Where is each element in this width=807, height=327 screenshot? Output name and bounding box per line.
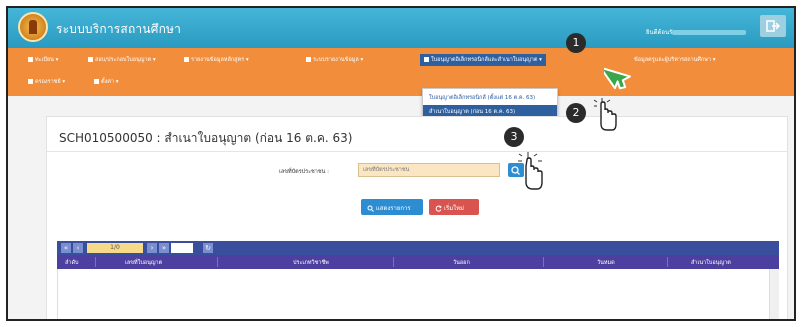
menu-item-data-report[interactable]: ระบบรายงานข้อมูล ▾ — [306, 56, 363, 64]
user-name-blurred — [672, 30, 746, 35]
grid-header: ลำดับ เลขที่ใบอนุญาต ประเภทวิชาชีพ วันออ… — [57, 255, 779, 269]
app-title: ระบบบริการสถานศึกษา — [56, 22, 182, 36]
screenshot-frame: ระบบบริการสถานศึกษา ยินดีต้อนรับ ทะเบียน… — [6, 6, 796, 321]
col-profession[interactable]: ประเภทวิชาชีพ — [293, 259, 329, 267]
page-title: SCH010500050 : สำเนาใบอนุญาต (ก่อน 16 ต.… — [59, 131, 353, 145]
id-card-input[interactable] — [358, 163, 500, 177]
step-marker-3: 3 — [504, 127, 524, 147]
step-marker-1: 1 — [566, 33, 586, 53]
page-indicator[interactable]: 1/0 — [87, 243, 143, 253]
step-marker-2: 2 — [566, 103, 586, 123]
title-divider — [47, 151, 787, 152]
last-page-button[interactable]: » — [159, 243, 169, 253]
menu-item-e-license[interactable]: ใบอนุญาตอิเล็กทรอนิกส์และสำเนาใบอนุญาต ▾ — [420, 54, 546, 66]
grid-pager: « ‹ 1/0 › » ↻ — [57, 241, 779, 255]
col-separator — [667, 257, 668, 267]
col-issue-date[interactable]: วันออก — [453, 259, 470, 267]
menu-item-royal[interactable]: ครองราชย์ ▾ — [28, 78, 65, 86]
logout-icon — [766, 20, 780, 32]
id-card-label: เลขที่บัตรประชาชน : — [279, 169, 329, 175]
col-separator — [217, 257, 218, 267]
logout-button[interactable] — [760, 15, 786, 37]
content-panel: SCH010500050 : สำเนาใบอนุญาต (ก่อน 16 ต.… — [46, 116, 788, 319]
col-separator — [543, 257, 544, 267]
menu-item-course-report[interactable]: รายงานข้อมูลหลักสูตร ▾ — [184, 56, 249, 64]
grid-body — [57, 269, 779, 319]
col-expiry-date[interactable]: วันหมด — [597, 259, 615, 267]
menu-item-registry[interactable]: ทะเบียน ▾ — [28, 56, 58, 64]
menu-item-license-exam[interactable]: สอบ/ประกอบใบอนุญาต ▾ — [88, 56, 156, 64]
dropdown-item-e-license[interactable]: ใบอนุญาตอิเล็กทรอนิกส์ (ตั้งแต่ 16 ต.ค. … — [423, 91, 557, 103]
menu-bar: ทะเบียน ▾ สอบ/ประกอบใบอนุญาต ▾ รายงานข้อ… — [8, 48, 794, 96]
green-arrow-cursor-icon — [604, 66, 631, 90]
hand-cursor-icon — [594, 98, 617, 131]
col-separator — [95, 257, 96, 267]
show-list-button[interactable]: แสดงรายการ — [361, 199, 423, 215]
user-area: ยินดีต้อนรับ — [646, 28, 746, 38]
refresh-grid-button[interactable]: ↻ — [203, 243, 213, 253]
grid-scrollbar[interactable] — [769, 269, 779, 319]
menu-item-teacher-data[interactable]: ข้อมูลครูและผู้บริหารสถานศึกษา ▾ — [634, 56, 715, 64]
first-page-button[interactable]: « — [61, 243, 71, 253]
page-size-select[interactable] — [171, 243, 193, 253]
seal-logo-icon — [18, 12, 48, 42]
col-no[interactable]: ลำดับ — [65, 259, 79, 267]
reset-button[interactable]: เริ่มใหม่ — [429, 199, 479, 215]
refresh-icon — [435, 205, 442, 212]
menu-item-settings[interactable]: ตั้งค่า ▾ — [94, 78, 119, 86]
next-page-button[interactable]: › — [147, 243, 157, 253]
prev-page-button[interactable]: ‹ — [73, 243, 83, 253]
search-icon — [367, 205, 374, 212]
col-separator — [393, 257, 394, 267]
col-license-no[interactable]: เลขที่ใบอนุญาต — [125, 259, 162, 267]
top-bar: ระบบบริการสถานศึกษา ยินดีต้อนรับ — [8, 8, 794, 48]
hand-cursor-icon — [518, 152, 543, 190]
col-license-copy[interactable]: สำเนาใบอนุญาต — [691, 259, 731, 267]
